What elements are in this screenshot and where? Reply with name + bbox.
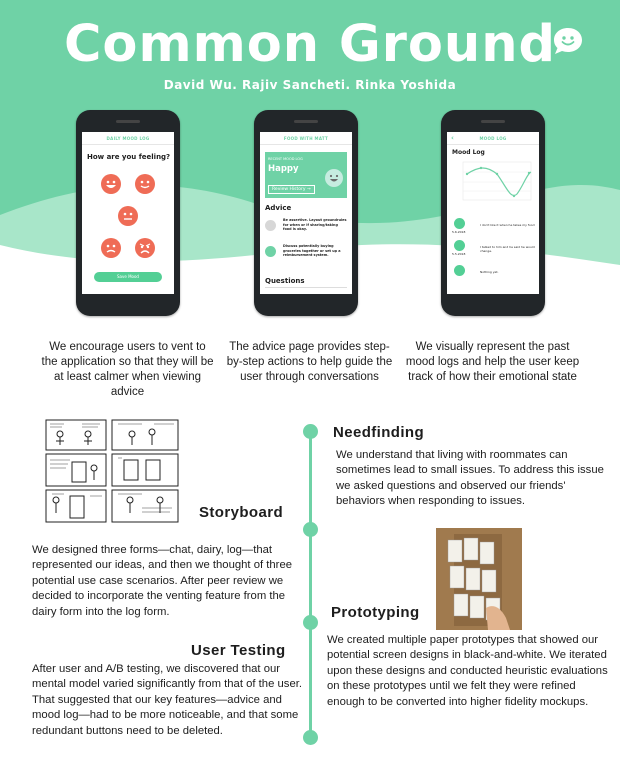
storyboard-text: We designed three forms—chat, dairy, log… xyxy=(32,544,293,618)
sad-face-icon[interactable] xyxy=(101,238,121,258)
timeline-dot xyxy=(303,424,318,439)
advice-text: Be assertive. Layout groundrules for whe… xyxy=(283,218,347,232)
log-entry[interactable]: 5.6.2018 I don't like it when he takes m… xyxy=(450,218,538,236)
arrow-right-icon: → xyxy=(306,187,311,192)
phone-mood-log-screen: ‹ MOOD LOG Mood Log 5.6.2018 I don't like… xyxy=(441,110,545,316)
caption-advice: The advice page provides step-by-step ac… xyxy=(226,341,393,383)
log-entry[interactable]: 5.5.2018 I talked to him and he said he … xyxy=(450,240,538,258)
unchecked-dot-icon xyxy=(265,220,276,231)
prototyping-heading: Prototyping xyxy=(331,604,420,621)
screen-title: DAILY MOOD LOG xyxy=(82,132,174,145)
entry-text: I don't like it when he takes my food xyxy=(480,223,535,227)
caption-log: We visually represent the past mood logs… xyxy=(405,341,580,383)
screen-title-text: MOOD LOG xyxy=(479,136,507,141)
timeline-dot xyxy=(303,615,318,630)
phone-mood-screen: DAILY MOOD LOG How are you feeling? Save… xyxy=(76,110,180,316)
entry-text: I talked to him and he said he would cha… xyxy=(480,245,535,253)
needfinding-text: We understand that living with roommates… xyxy=(336,449,604,508)
storyboard-heading: Storyboard xyxy=(199,504,284,521)
prototyping-text: We created multiple paper prototypes tha… xyxy=(327,634,608,708)
entry-date: 5.6.2018 xyxy=(452,230,466,234)
storyboard-sketch-image xyxy=(42,418,184,524)
timeline-dot xyxy=(303,522,318,537)
happy-face-icon xyxy=(454,240,465,251)
advice-text: Discuss potentially buying groceries tog… xyxy=(283,244,341,258)
phone-advice-screen: FOOD WITH MATT RECENT MOOD LOG Happy Rev… xyxy=(254,110,358,316)
review-history-label: Review History xyxy=(272,187,306,192)
page-title: Common Ground xyxy=(63,15,557,74)
recent-mood-card: RECENT MOOD LOG Happy Review History → xyxy=(265,152,347,198)
neutral-face-icon[interactable] xyxy=(118,206,138,226)
angry-face-icon[interactable] xyxy=(135,238,155,258)
user-testing-text: After user and A/B testing, we discovere… xyxy=(32,663,302,737)
mood-question: How are you feeling? xyxy=(87,153,171,161)
recent-mood-value: Happy xyxy=(268,164,299,174)
mood-log-heading: Mood Log xyxy=(452,149,485,156)
timeline-line xyxy=(309,426,312,736)
mood-chart xyxy=(462,161,532,201)
review-history-button[interactable]: Review History → xyxy=(268,185,315,194)
happy-face-icon[interactable] xyxy=(135,174,155,194)
happy-face-icon xyxy=(454,218,465,229)
entry-text: Nothing yet. xyxy=(480,270,499,274)
happy-face-icon xyxy=(454,265,465,276)
paper-prototype-photo xyxy=(436,528,522,630)
entry-date: 5.5.2018 xyxy=(452,252,466,256)
screen-title: FOOD WITH MATT xyxy=(260,132,352,145)
questions-heading: Questions xyxy=(265,277,347,288)
chat-bubble-logo-icon xyxy=(554,28,582,54)
advice-heading: Advice xyxy=(265,204,292,212)
needfinding-heading: Needfinding xyxy=(333,424,425,441)
authors-line: David Wu. Rajiv Sancheti. Rinka Yoshida xyxy=(163,78,457,92)
checked-dot-icon xyxy=(265,246,276,257)
very-happy-face-icon[interactable] xyxy=(101,174,121,194)
caption-mood: We encourage users to vent to the applic… xyxy=(41,341,214,398)
recent-mood-label: RECENT MOOD LOG xyxy=(268,157,303,161)
screen-title: ‹ MOOD LOG xyxy=(447,132,539,145)
back-arrow-icon[interactable]: ‹ xyxy=(451,132,454,145)
smiley-face-icon xyxy=(325,169,343,187)
save-mood-button[interactable]: Save Mood xyxy=(94,272,162,282)
user-testing-heading: User Testing xyxy=(191,642,286,659)
log-entry[interactable]: Nothing yet. xyxy=(450,265,538,283)
timeline-dot xyxy=(303,730,318,745)
